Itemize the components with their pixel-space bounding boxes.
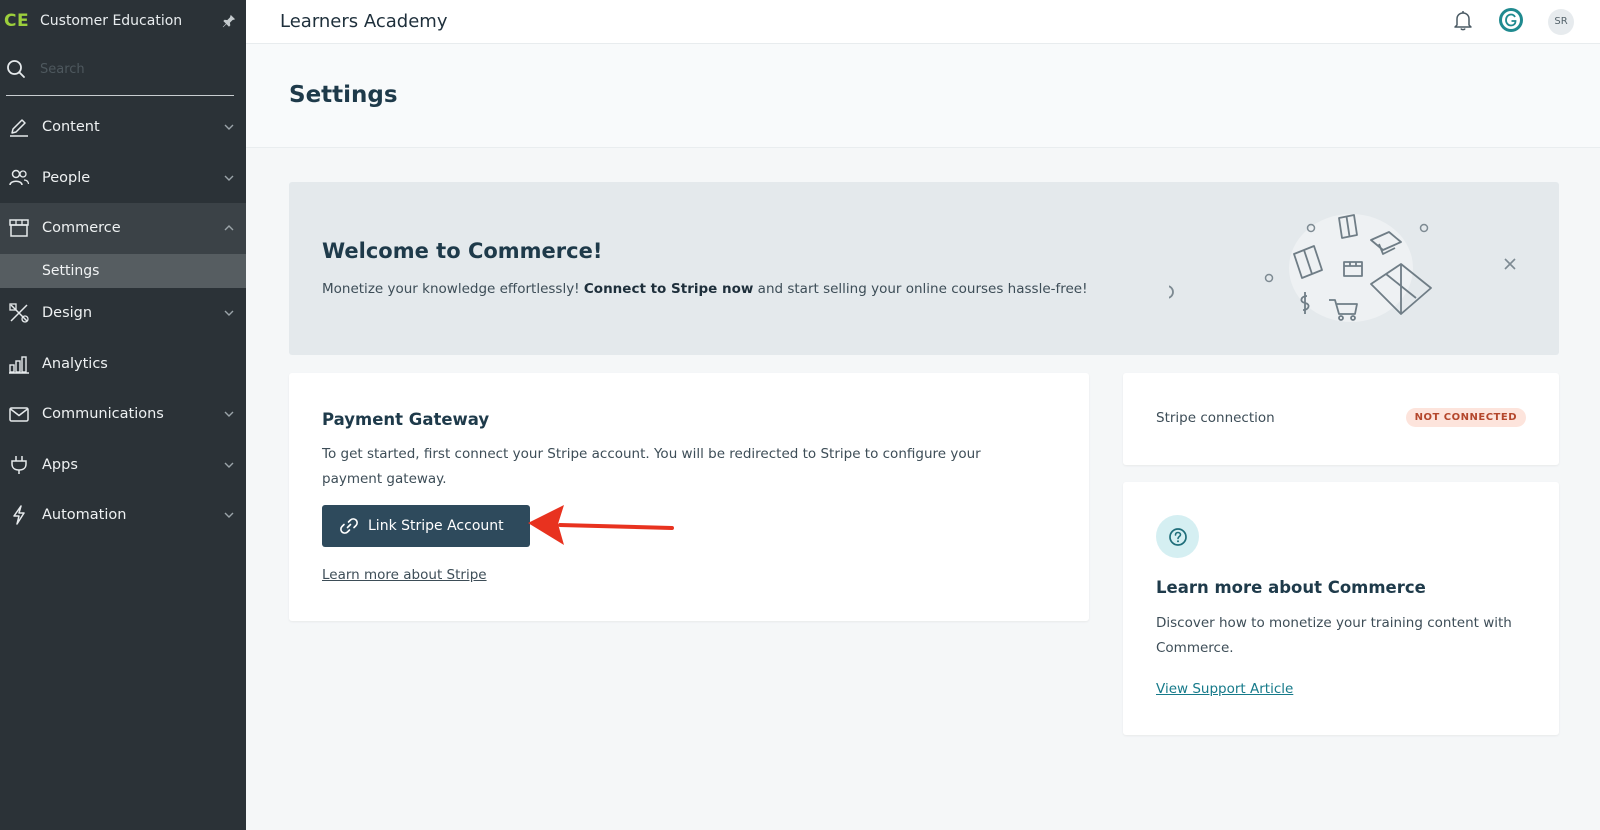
link-stripe-account-button[interactable]: Link Stripe Account [322,505,530,547]
link-stripe-account-label: Link Stripe Account [368,518,504,534]
pencil-icon [8,116,42,138]
sidebar-search [0,42,246,96]
learn-more-title: Learn more about Commerce [1156,578,1426,597]
close-icon[interactable] [1503,256,1517,275]
brand-logo[interactable]: CE [4,11,40,31]
sidebar-item-label: Design [42,305,93,322]
page-title: Settings [289,82,398,108]
learn-more-description: Discover how to monetize your training c… [1156,615,1512,656]
sidebar-item-content[interactable]: Content [0,102,246,153]
learn-more-card: Learn more about Commerce Discover how t… [1123,482,1559,735]
chevron-down-icon[interactable] [212,511,246,519]
payment-gateway-title: Payment Gateway [322,410,490,429]
sidebar-item-commerce[interactable]: Commerce [0,203,246,254]
view-support-article-link[interactable]: View Support Article [1156,681,1293,697]
red-arrow-annotation [528,505,674,545]
chevron-down-icon[interactable] [212,174,246,182]
people-icon [8,167,42,189]
brand-header: CE Customer Education [0,0,246,42]
sidebar-nav: Content People Commerce Settings Design [0,102,246,541]
sidebar: CE Customer Education Content People [0,0,246,830]
lightning-icon [8,504,42,526]
banner-text: Monetize your knowledge effortlessly! Co… [322,281,1088,297]
sidebar-item-label: Commerce [42,220,121,237]
bell-icon[interactable] [1452,9,1474,35]
search-input[interactable] [40,61,220,77]
envelope-icon [8,403,42,425]
sidebar-item-communications[interactable]: Communications [0,389,246,440]
workspace-name[interactable]: Customer Education [40,13,212,29]
payment-gateway-description: To get started, first connect your Strip… [322,446,981,487]
sidebar-item-apps[interactable]: Apps [0,440,246,491]
chevron-up-icon[interactable] [212,224,246,232]
help-icon [1156,515,1199,558]
sidebar-item-label: Content [42,119,100,136]
app-title: Learners Academy [280,11,448,32]
chevron-down-icon[interactable] [212,309,246,317]
sidebar-item-analytics[interactable]: Analytics [0,338,246,389]
sidebar-item-label: Automation [42,507,127,524]
page-header: Settings [246,44,1600,148]
status-badge: NOT CONNECTED [1405,408,1526,427]
sidebar-item-label: Communications [42,406,164,423]
payment-gateway-card: Payment Gateway To get started, first co… [289,373,1089,621]
bar-chart-icon [8,353,42,375]
user-avatar[interactable]: SR [1548,8,1574,35]
design-tools-icon [8,302,42,324]
stripe-connection-card: Stripe connection NOT CONNECTED [1123,373,1559,465]
link-icon [340,518,358,534]
chevron-down-icon[interactable] [212,410,246,418]
search-underline [6,95,234,96]
sidebar-item-label: Apps [42,456,78,473]
top-bar-actions: SR [1452,7,1574,37]
sidebar-item-design[interactable]: Design [0,288,246,339]
learn-more-stripe-link[interactable]: Learn more about Stripe [322,567,487,583]
sidebar-item-automation[interactable]: Automation [0,490,246,541]
chevron-down-icon[interactable] [212,123,246,131]
sidebar-item-people[interactable]: People [0,153,246,204]
sidebar-item-label: Analytics [42,355,108,372]
sidebar-item-label: People [42,169,91,186]
pin-icon[interactable] [212,14,246,28]
chevron-down-icon[interactable] [212,461,246,469]
plug-icon [8,454,42,476]
banner-text-start: Monetize your knowledge effortlessly! [322,281,584,297]
banner-text-end: and start selling your online courses ha… [753,281,1088,297]
search-icon [7,60,25,78]
sidebar-subitem-settings[interactable]: Settings [0,253,246,288]
commerce-illustration [1169,214,1432,322]
stripe-connection-label: Stripe connection [1156,410,1275,426]
top-bar: Learners Academy SR [246,0,1600,44]
banner-title: Welcome to Commerce! [322,239,603,263]
grammarly-icon[interactable] [1498,7,1524,37]
store-icon [8,217,42,239]
banner-text-bold: Connect to Stripe now [583,281,754,297]
welcome-banner: Welcome to Commerce! Monetize your knowl… [289,182,1559,355]
